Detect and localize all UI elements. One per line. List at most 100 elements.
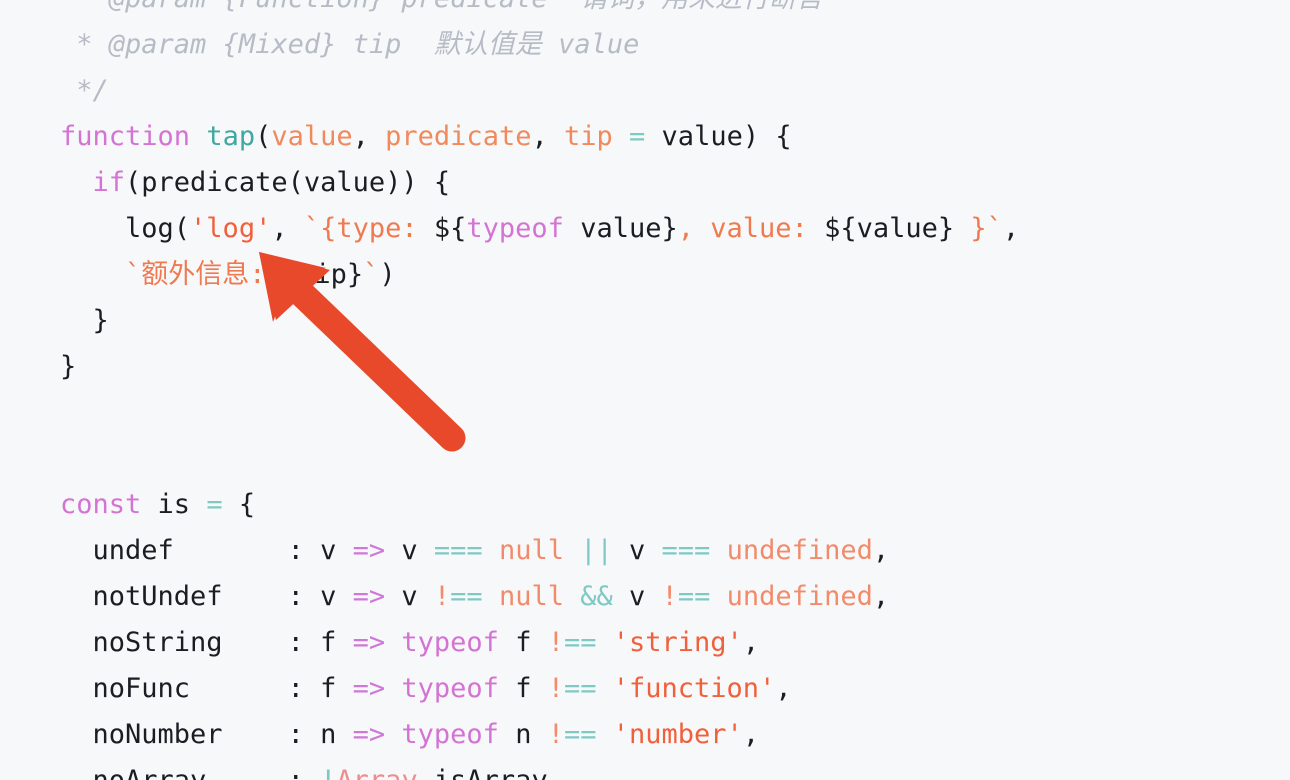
code-token: is [141, 489, 207, 520]
code-token: function [60, 121, 191, 152]
code-editor-viewport[interactable]: * @param {Function} predicate 谓词，用来进行断言 … [0, 0, 1290, 780]
line-12-const-is[interactable]: const is = { [0, 482, 1290, 528]
line-7-log-tip-template[interactable]: `额外信息:${tip}`) [0, 252, 1290, 298]
code-token: => [352, 581, 386, 612]
line-17-nonumber[interactable]: noNumber : n => typeof n !== 'number', [0, 712, 1290, 758]
line-11-blank[interactable] [0, 436, 1290, 482]
code-token: 'function' [612, 673, 776, 704]
code-token: log( [60, 213, 191, 244]
code-token: noString : f [60, 627, 353, 658]
line-15-nostring[interactable]: noString : f => typeof f !== 'string', [0, 620, 1290, 666]
code-token: predicate [385, 121, 532, 152]
code-token: ! [320, 765, 336, 780]
code-token: value [645, 121, 743, 152]
code-token: value} [563, 213, 678, 244]
code-token: const [60, 489, 142, 520]
code-token: 'log' [190, 213, 272, 244]
code-token: noFunc : f [60, 673, 353, 704]
code-token: 'number' [612, 719, 743, 750]
code-token: value [271, 121, 353, 152]
code-token: == [563, 719, 597, 750]
code-token: , [531, 121, 564, 152]
code-token: tap [206, 121, 256, 152]
code-token: (predicate(value)) { [125, 167, 451, 198]
code-token: == [450, 581, 483, 612]
code-token: notUndef : v [60, 581, 353, 612]
code-token: , [352, 121, 386, 152]
code-token: * @param {Function} predicate 谓词，用来进行断言 [60, 0, 823, 14]
code-token: , [872, 581, 890, 612]
code-token: undefined [726, 581, 873, 612]
code-token: ( [255, 121, 272, 152]
code-token: tip [563, 121, 613, 152]
line-6-log-call[interactable]: log('log', `{type: ${typeof value}, valu… [0, 206, 1290, 252]
line-16-nofunc[interactable]: noFunc : f => typeof f !== 'function', [0, 666, 1290, 712]
code-token: `{type: [303, 213, 434, 244]
code-token: || [580, 535, 613, 566]
code-token: , [548, 765, 564, 780]
code-token: == [563, 627, 597, 658]
code-token: typeof [401, 627, 499, 658]
code-token: === [433, 535, 483, 566]
code-token: ` [363, 259, 380, 290]
code-token: , [742, 627, 760, 658]
code-token: , [775, 673, 792, 704]
code-token: ) { [742, 121, 792, 152]
line-2-comment-param-tip[interactable]: * @param {Mixed} tip 默认值是 value [0, 22, 1290, 68]
line-14-notundef[interactable]: notUndef : v => v !== null && v !== unde… [0, 574, 1290, 620]
code-token: }` [954, 213, 1003, 244]
code-token: ! [433, 581, 451, 612]
code-token: v [612, 535, 662, 566]
code-token: === [661, 535, 711, 566]
code-token: */ [60, 75, 109, 106]
code-content-area[interactable]: * @param {Function} predicate 谓词，用来进行断言 … [0, 0, 1290, 780]
code-token: && [580, 581, 613, 612]
code-token: typeof [466, 213, 564, 244]
line-18-noarray[interactable]: noArray : !Array.isArray, [0, 758, 1290, 780]
line-8-close-if[interactable]: } [0, 298, 1290, 344]
code-token: undefined [726, 535, 873, 566]
line-10-blank[interactable] [0, 390, 1290, 436]
code-token: = [206, 489, 223, 520]
line-1-comment-param-predicate[interactable]: * @param {Function} predicate 谓词，用来进行断言 [0, 0, 1290, 22]
line-3-comment-close[interactable]: */ [0, 68, 1290, 114]
code-token: = [629, 121, 646, 152]
code-token: ${tip} [265, 259, 364, 290]
code-token: null [498, 581, 564, 612]
code-token: => [352, 719, 386, 750]
code-token: f [498, 627, 548, 658]
code-token: ! [547, 673, 564, 704]
code-token: f [498, 673, 548, 704]
code-token: ${value} [824, 213, 955, 244]
line-9-close-function[interactable]: } [0, 344, 1290, 390]
code-token: ${ [433, 213, 467, 244]
line-5-if-predicate[interactable]: if(predicate(value)) { [0, 160, 1290, 206]
code-token: typeof [401, 719, 499, 750]
code-token: , [271, 213, 304, 244]
code-token: ! [547, 719, 564, 750]
code-token: => [352, 627, 386, 658]
code-token: , [1002, 213, 1020, 244]
code-token: typeof [401, 673, 499, 704]
code-token: , [742, 719, 760, 750]
code-token: } [60, 351, 77, 382]
code-token: if [92, 167, 126, 198]
line-4-function-tap[interactable]: function tap(value, predicate, tip = val… [0, 114, 1290, 160]
code-token: ! [547, 627, 564, 658]
line-13-undef[interactable]: undef : v => v === null || v === undefin… [0, 528, 1290, 574]
